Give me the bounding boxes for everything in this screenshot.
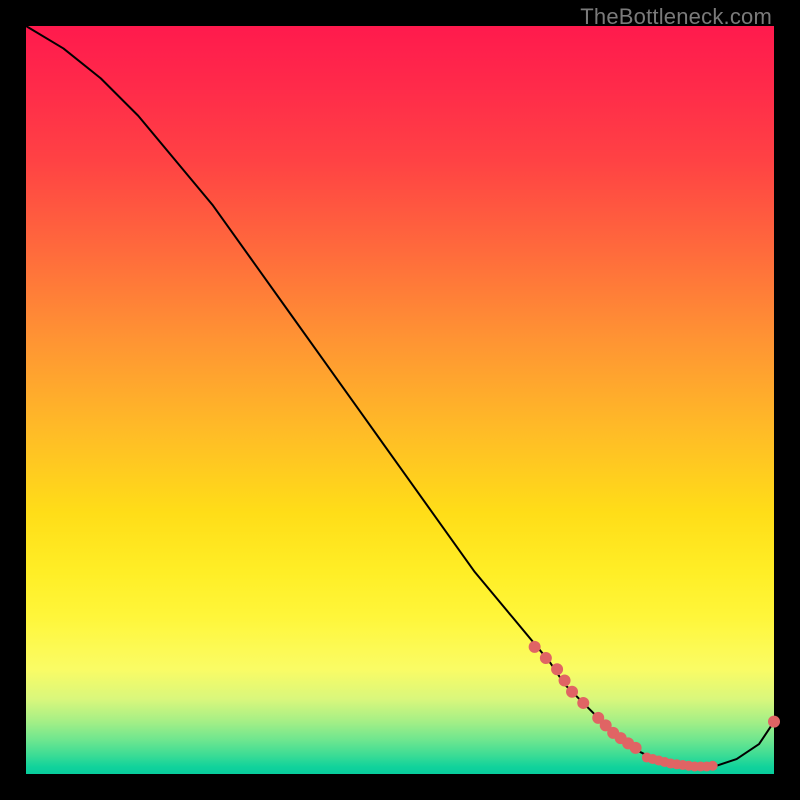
chart-svg — [26, 26, 774, 774]
curve-line — [26, 26, 774, 767]
chart-frame: TheBottleneck.com — [0, 0, 800, 800]
plot-area — [26, 26, 774, 774]
curve-markers — [529, 641, 780, 772]
